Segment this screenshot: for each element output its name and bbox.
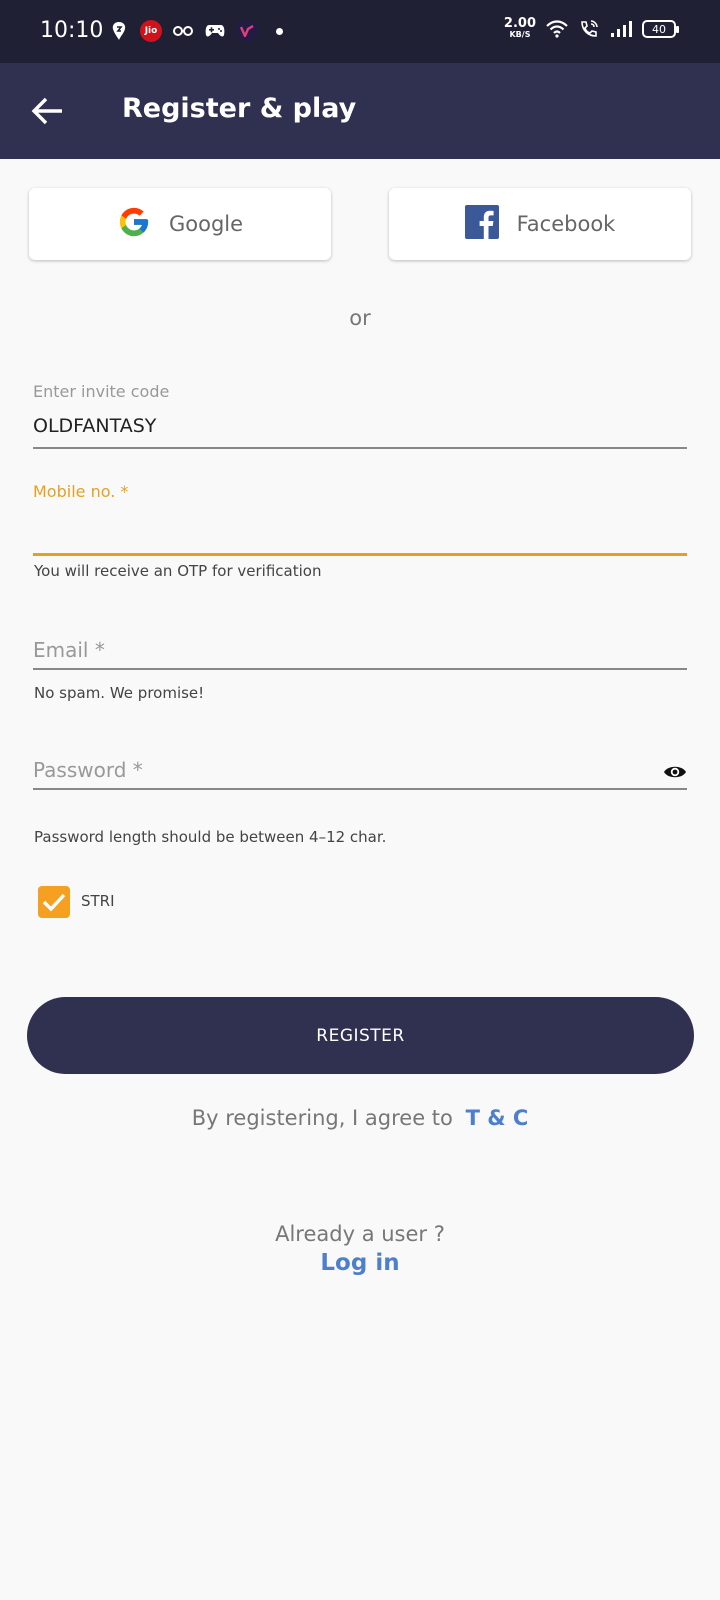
back-arrow-icon[interactable]: [30, 93, 66, 129]
more-notifications-dot: [276, 27, 283, 35]
password-helper-text: Password length should be between 4–12 c…: [34, 828, 387, 846]
google-label: Google: [168, 212, 244, 236]
show-password-eye-icon[interactable]: [663, 764, 687, 780]
status-time: 10:10: [40, 18, 104, 43]
or-divider: or: [349, 306, 371, 330]
status-bar: 10:10 Jio 2.00 KB/S 40: [0, 0, 720, 63]
google-icon: [117, 205, 151, 243]
app-bar: Register & play: [0, 63, 720, 159]
already-user-text: Already a user ?: [275, 1222, 445, 1246]
terms-agreement: By registering, I agree to T & C: [0, 1106, 720, 1130]
wifi-icon: [546, 18, 568, 40]
swiggy-icon: [108, 20, 130, 42]
email-helper-text: No spam. We promise!: [34, 684, 205, 702]
app-icon: [236, 20, 258, 42]
stri-checkbox-label: STRI: [81, 892, 115, 910]
network-speed: 2.00 KB/S: [504, 17, 536, 40]
invite-code-label: Enter invite code: [33, 382, 170, 401]
invite-code-value[interactable]: OLDFANTASY: [33, 415, 687, 439]
signal-icon: [610, 18, 632, 40]
password-input[interactable]: Password *: [33, 758, 687, 782]
mobile-number-underline: [33, 553, 687, 556]
mobile-number-field[interactable]: Mobile no. *: [33, 482, 687, 556]
page-title: Register & play: [122, 93, 357, 124]
email-input[interactable]: Email *: [33, 638, 687, 662]
password-field[interactable]: Password *: [33, 758, 687, 790]
wifi-calling-icon: [578, 18, 600, 40]
battery-icon: 40: [642, 20, 679, 38]
mobile-number-input[interactable]: [33, 515, 687, 545]
stri-checkbox[interactable]: [38, 886, 70, 918]
google-signin-button[interactable]: Google: [29, 188, 331, 260]
terms-agreement-text: By registering, I agree to: [191, 1106, 453, 1130]
email-field[interactable]: Email *: [33, 638, 687, 670]
register-button[interactable]: REGISTER: [27, 997, 694, 1074]
facebook-icon: [464, 205, 499, 243]
invite-code-field[interactable]: Enter invite code OLDFANTASY: [33, 382, 687, 449]
email-underline: [33, 668, 687, 670]
mobile-number-label: Mobile no. *: [33, 482, 129, 501]
mobile-helper-text: You will receive an OTP for verification: [34, 562, 322, 580]
terms-link[interactable]: T & C: [466, 1106, 529, 1130]
password-underline: [33, 788, 687, 790]
invite-code-underline: [33, 447, 687, 449]
facebook-signin-button[interactable]: Facebook: [389, 188, 691, 260]
glasses-icon: [172, 20, 194, 42]
checkmark-icon: [42, 893, 66, 912]
jio-icon: Jio: [140, 20, 162, 42]
facebook-label: Facebook: [516, 212, 616, 236]
system-icons: 2.00 KB/S 40: [504, 17, 679, 40]
gamepad-icon: [204, 20, 226, 42]
login-link[interactable]: Log in: [0, 1250, 720, 1276]
notification-icons: Jio: [108, 20, 283, 42]
